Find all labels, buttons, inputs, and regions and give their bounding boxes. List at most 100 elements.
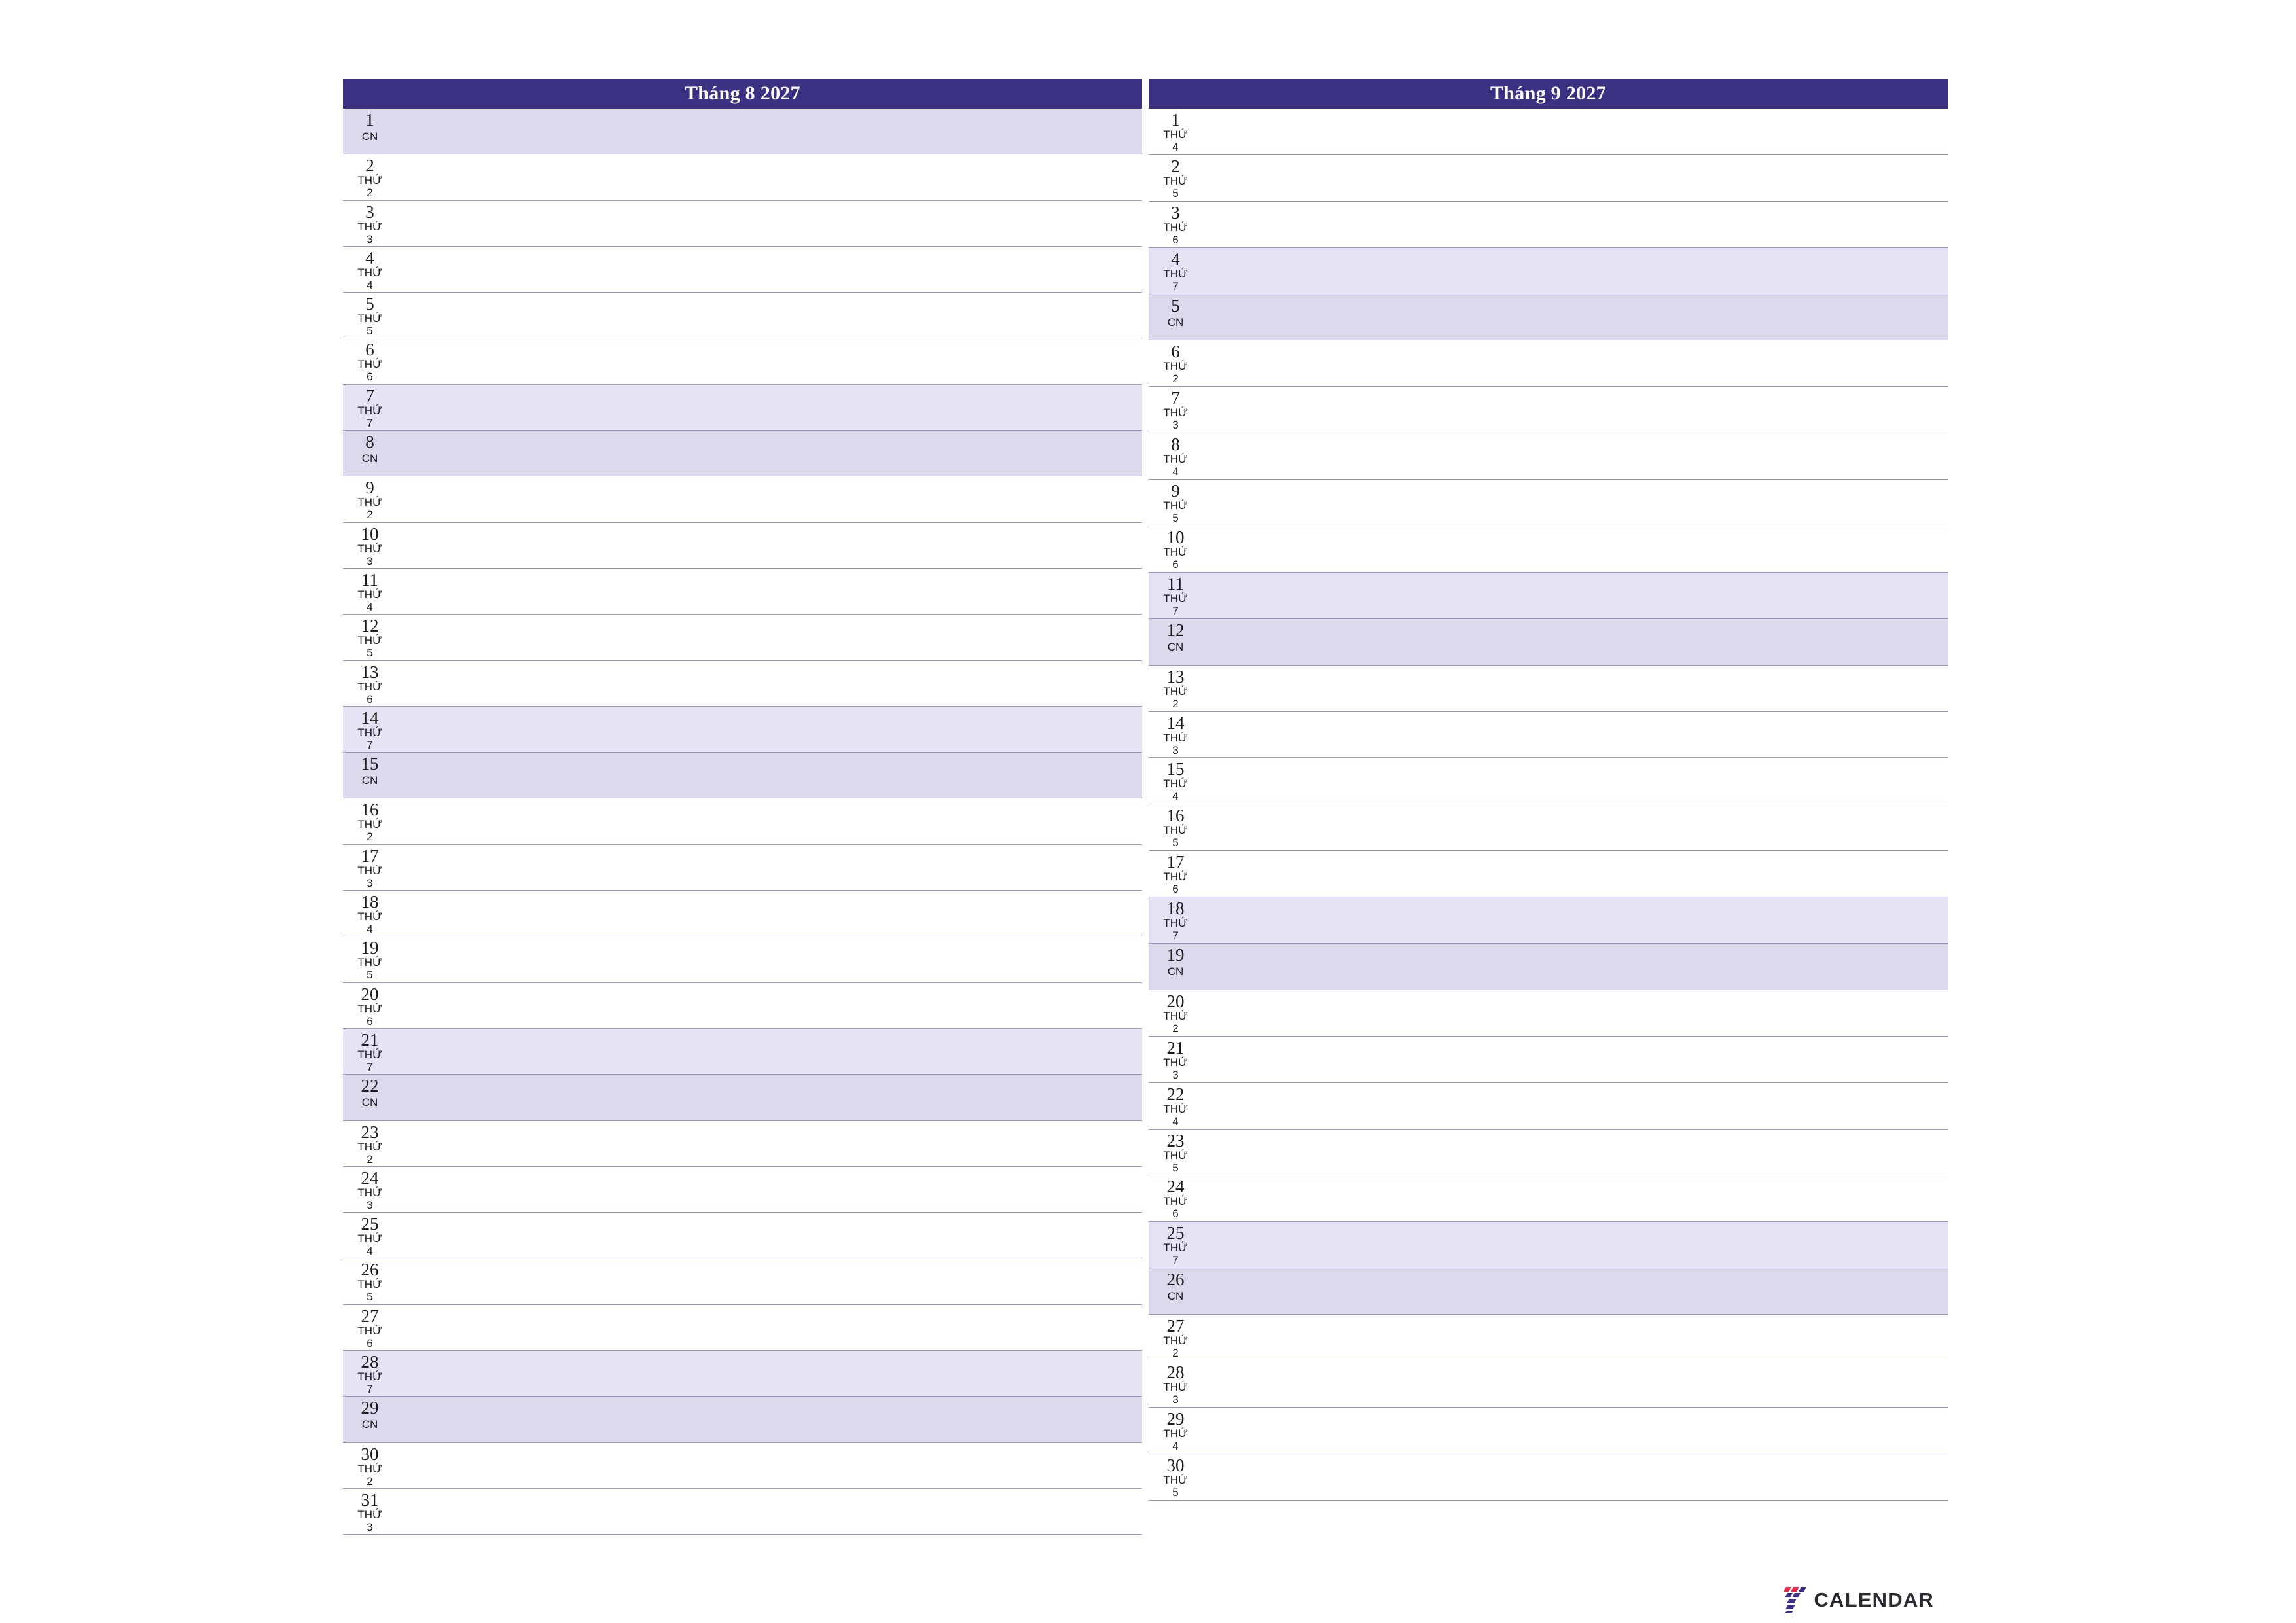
day-row[interactable]: 10 THỨ 3: [343, 522, 1142, 569]
day-notes-area[interactable]: [397, 1351, 1142, 1396]
day-notes-area[interactable]: [397, 1075, 1142, 1120]
day-row[interactable]: 5 THỨ 5: [343, 293, 1142, 339]
day-notes-area[interactable]: [397, 707, 1142, 752]
day-notes-area[interactable]: [397, 1029, 1142, 1074]
day-notes-area[interactable]: [1202, 1454, 1948, 1500]
day-notes-area[interactable]: [397, 798, 1142, 844]
day-notes-area[interactable]: [1202, 155, 1948, 201]
day-notes-area[interactable]: [397, 891, 1142, 936]
day-notes-area[interactable]: [1202, 804, 1948, 850]
day-notes-area[interactable]: [397, 523, 1142, 568]
day-row[interactable]: 28 THỨ 3: [1149, 1361, 1948, 1408]
day-row[interactable]: 7 THỨ 7: [343, 384, 1142, 431]
day-notes-area[interactable]: [1202, 340, 1948, 386]
day-notes-area[interactable]: [1202, 1130, 1948, 1175]
day-notes-area[interactable]: [1202, 1268, 1948, 1314]
day-row[interactable]: 17 THỨ 6: [1149, 851, 1948, 898]
day-row[interactable]: 22 CN: [343, 1075, 1142, 1121]
day-row[interactable]: 12 CN: [1149, 618, 1948, 666]
day-notes-area[interactable]: [1202, 1083, 1948, 1129]
day-row[interactable]: 1 CN: [343, 109, 1142, 155]
day-notes-area[interactable]: [397, 983, 1142, 1028]
day-notes-area[interactable]: [397, 338, 1142, 383]
day-notes-area[interactable]: [1202, 1037, 1948, 1082]
day-row[interactable]: 12 THỨ 5: [343, 615, 1142, 661]
day-row[interactable]: 24 THỨ 6: [1149, 1175, 1948, 1222]
day-row[interactable]: 21 THỨ 3: [1149, 1036, 1948, 1083]
day-row[interactable]: 11 THỨ 7: [1149, 572, 1948, 619]
day-row[interactable]: 20 THỨ 6: [343, 982, 1142, 1029]
day-row[interactable]: 30 THỨ 5: [1149, 1454, 1948, 1501]
day-notes-area[interactable]: [397, 615, 1142, 660]
day-notes-area[interactable]: [397, 1305, 1142, 1350]
day-notes-area[interactable]: [1202, 897, 1948, 943]
day-row[interactable]: 2 THỨ 2: [343, 154, 1142, 201]
day-notes-area[interactable]: [397, 569, 1142, 614]
day-notes-area[interactable]: [397, 845, 1142, 890]
day-row[interactable]: 28 THỨ 7: [343, 1351, 1142, 1397]
day-row[interactable]: 6 THỨ 6: [343, 338, 1142, 385]
day-row[interactable]: 4 THỨ 4: [343, 246, 1142, 293]
day-row[interactable]: 3 THỨ 3: [343, 200, 1142, 247]
day-notes-area[interactable]: [1202, 109, 1948, 154]
day-row[interactable]: 18 THỨ 7: [1149, 897, 1948, 944]
day-notes-area[interactable]: [397, 1443, 1142, 1488]
day-row[interactable]: 15 THỨ 4: [1149, 758, 1948, 805]
day-notes-area[interactable]: [1202, 1315, 1948, 1361]
day-row[interactable]: 9 THỨ 5: [1149, 480, 1948, 527]
day-row[interactable]: 5 CN: [1149, 294, 1948, 341]
day-notes-area[interactable]: [1202, 248, 1948, 294]
day-notes-area[interactable]: [397, 109, 1142, 154]
day-row[interactable]: 21 THỨ 7: [343, 1028, 1142, 1075]
day-row[interactable]: 27 THỨ 2: [1149, 1315, 1948, 1362]
day-row[interactable]: 4 THỨ 7: [1149, 247, 1948, 294]
day-row[interactable]: 9 THỨ 2: [343, 476, 1142, 523]
day-notes-area[interactable]: [1202, 758, 1948, 804]
day-notes-area[interactable]: [1202, 1361, 1948, 1407]
day-notes-area[interactable]: [397, 753, 1142, 798]
day-notes-area[interactable]: [1202, 619, 1948, 665]
day-notes-area[interactable]: [1202, 1408, 1948, 1454]
day-row[interactable]: 30 THỨ 2: [343, 1442, 1142, 1489]
day-notes-area[interactable]: [397, 431, 1142, 476]
day-row[interactable]: 19 CN: [1149, 944, 1948, 990]
day-row[interactable]: 2 THỨ 5: [1149, 154, 1948, 202]
day-notes-area[interactable]: [397, 1397, 1142, 1442]
day-row[interactable]: 8 THỨ 4: [1149, 433, 1948, 480]
day-row[interactable]: 27 THỨ 6: [343, 1304, 1142, 1351]
day-notes-area[interactable]: [1202, 1175, 1948, 1221]
day-row[interactable]: 26 CN: [1149, 1268, 1948, 1315]
day-notes-area[interactable]: [397, 476, 1142, 522]
day-row[interactable]: 15 CN: [343, 753, 1142, 799]
day-notes-area[interactable]: [397, 201, 1142, 246]
day-row[interactable]: 13 THỨ 2: [1149, 665, 1948, 712]
day-row[interactable]: 17 THỨ 3: [343, 844, 1142, 891]
day-row[interactable]: 3 THỨ 6: [1149, 201, 1948, 248]
day-row[interactable]: 16 THỨ 2: [343, 798, 1142, 845]
day-row[interactable]: 26 THỨ 5: [343, 1258, 1142, 1305]
day-notes-area[interactable]: [397, 1213, 1142, 1258]
day-row[interactable]: 13 THỨ 6: [343, 660, 1142, 707]
day-row[interactable]: 23 THỨ 2: [343, 1120, 1142, 1167]
day-notes-area[interactable]: [1202, 573, 1948, 618]
day-row[interactable]: 1 THỨ 4: [1149, 109, 1948, 155]
day-notes-area[interactable]: [1202, 294, 1948, 340]
day-notes-area[interactable]: [1202, 387, 1948, 433]
day-row[interactable]: 11 THỨ 4: [343, 568, 1142, 615]
day-notes-area[interactable]: [1202, 666, 1948, 711]
day-row[interactable]: 14 THỨ 3: [1149, 711, 1948, 758]
day-row[interactable]: 23 THỨ 5: [1149, 1129, 1948, 1176]
day-notes-area[interactable]: [397, 1121, 1142, 1166]
day-notes-area[interactable]: [1202, 712, 1948, 758]
day-row[interactable]: 6 THỨ 2: [1149, 340, 1948, 387]
day-notes-area[interactable]: [1202, 990, 1948, 1036]
day-notes-area[interactable]: [1202, 851, 1948, 897]
day-notes-area[interactable]: [397, 247, 1142, 292]
day-notes-area[interactable]: [1202, 433, 1948, 479]
day-notes-area[interactable]: [397, 385, 1142, 430]
day-notes-area[interactable]: [397, 661, 1142, 706]
day-notes-area[interactable]: [397, 1167, 1142, 1212]
day-row[interactable]: 14 THỨ 7: [343, 706, 1142, 753]
day-notes-area[interactable]: [397, 154, 1142, 200]
day-row[interactable]: 29 THỨ 4: [1149, 1407, 1948, 1454]
